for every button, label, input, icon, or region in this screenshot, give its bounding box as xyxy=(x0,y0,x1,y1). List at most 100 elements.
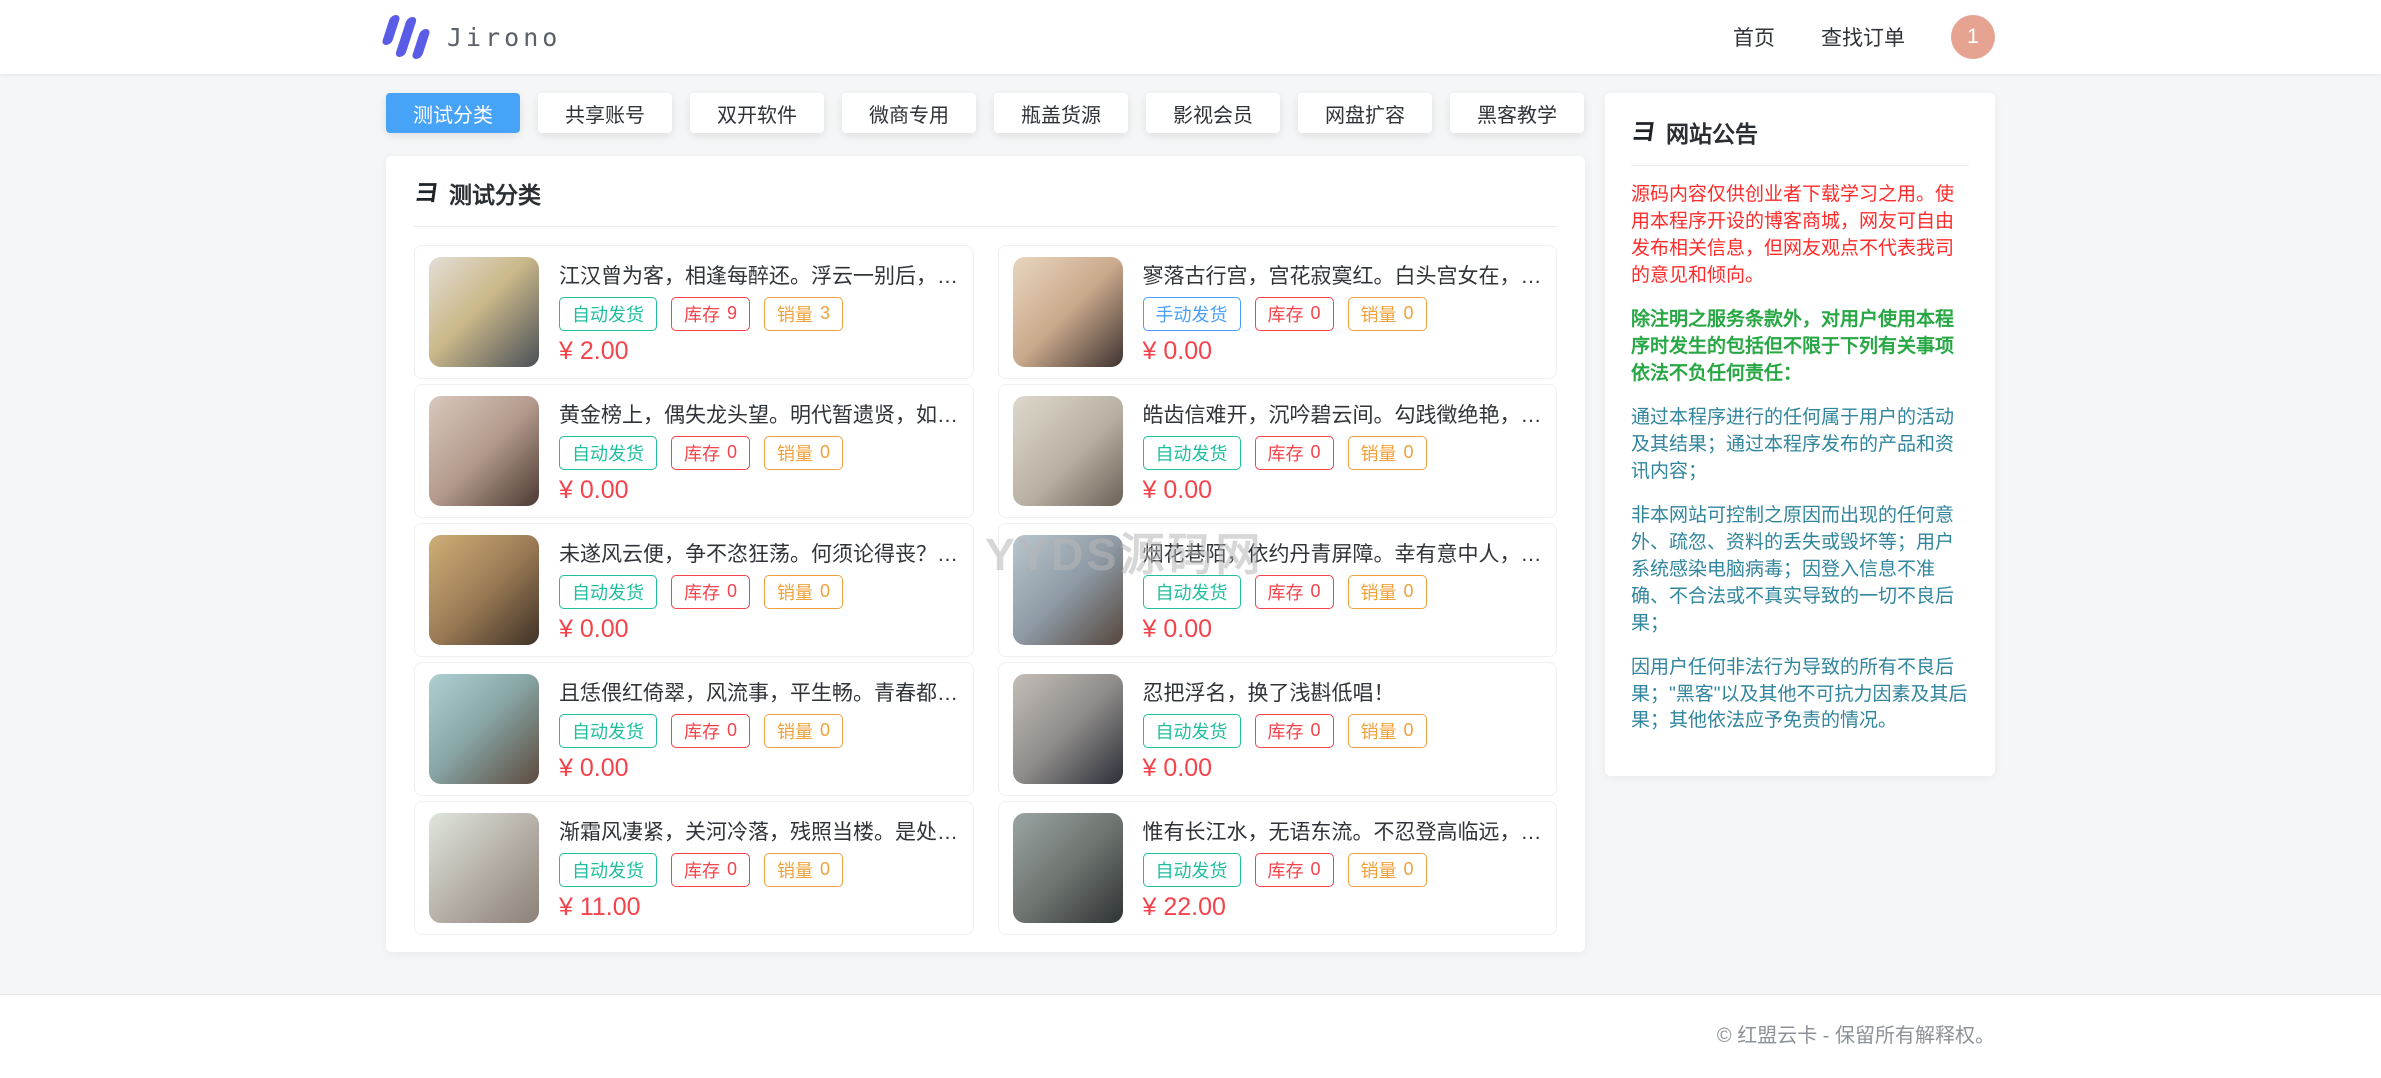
stock-label: 库存 xyxy=(684,718,720,744)
stock-value: 0 xyxy=(727,720,737,741)
product-thumbnail[interactable] xyxy=(429,257,539,367)
sales-badge: 销量0 xyxy=(764,714,843,748)
product-title: 黄金榜上，偶失龙头望。明代暂遗贤，如何向？ xyxy=(559,399,959,429)
product-card[interactable]: 未遂风云便，争不恣狂荡。何须论得丧？才子词人，自... 自动发货 库存0 销量0… xyxy=(414,523,974,657)
product-card[interactable]: 烟花巷陌，依约丹青屏障。幸有意中人，堪寻访。 自动发货 库存0 销量0 ¥ 0.… xyxy=(998,523,1558,657)
sales-label: 销量 xyxy=(1361,857,1397,883)
stock-label: 库存 xyxy=(684,440,720,466)
category-tab[interactable]: 影视会员 xyxy=(1146,93,1280,133)
brand-logo[interactable]: Jirono xyxy=(386,11,561,63)
product-price: ¥ 2.00 xyxy=(559,337,959,366)
category-tab[interactable]: 测试分类 xyxy=(386,93,520,133)
category-tab[interactable]: 黑客教学 xyxy=(1450,93,1584,133)
main-layout: 测试分类 共享账号 双开软件 微商专用 瓶盖货源 影视会员 网盘扩容 黑客教学 … xyxy=(386,93,1995,952)
category-tab[interactable]: 瓶盖货源 xyxy=(994,93,1128,133)
footer-copyright: © 红盟云卡 - 保留所有解释权。 xyxy=(386,995,1995,1078)
stock-label: 库存 xyxy=(1268,579,1304,605)
product-info: 江汉曾为客，相逢每醉还。浮云一别后，流水十年间 自动发货 库存9 销量3 ¥ 2… xyxy=(559,257,959,367)
stock-value: 9 xyxy=(727,303,737,324)
stock-label: 库存 xyxy=(1268,857,1304,883)
product-card[interactable]: 黄金榜上，偶失龙头望。明代暂遗贤，如何向？ 自动发货 库存0 销量0 ¥ 0.0… xyxy=(414,384,974,518)
product-badges: 手动发货 库存0 销量0 xyxy=(1143,297,1543,331)
delivery-badge: 自动发货 xyxy=(559,297,657,331)
product-badges: 自动发货 库存0 销量0 xyxy=(1143,575,1543,609)
section-title: 测试分类 xyxy=(449,176,541,210)
brand-logo-icon xyxy=(386,11,431,63)
product-thumbnail[interactable] xyxy=(1013,813,1123,923)
sales-label: 销量 xyxy=(777,579,813,605)
product-badges: 自动发货 库存0 销量0 xyxy=(559,714,959,748)
stock-badge: 库存0 xyxy=(1255,714,1334,748)
sales-value: 0 xyxy=(1404,442,1414,463)
product-title: 寥落古行宫，宫花寂寞红。白头宫女在，闲坐说玄宗。 xyxy=(1143,260,1543,290)
product-price: ¥ 0.00 xyxy=(1143,337,1543,366)
product-price: ¥ 0.00 xyxy=(1143,615,1543,644)
product-title: 渐霜风凄紧，关河冷落，残照当楼。是处红衰翠减，苒... xyxy=(559,816,959,846)
category-tab[interactable]: 双开软件 xyxy=(690,93,824,133)
sales-badge: 销量0 xyxy=(1348,714,1427,748)
delivery-badge: 自动发货 xyxy=(559,853,657,887)
stock-badge: 库存0 xyxy=(671,853,750,887)
nav-link[interactable]: 首页 xyxy=(1733,22,1775,52)
category-tabs: 测试分类 共享账号 双开软件 微商专用 瓶盖货源 影视会员 网盘扩容 黑客教学 xyxy=(386,93,1585,133)
product-info: 忍把浮名，换了浅斟低唱！ 自动发货 库存0 销量0 ¥ 0.00 xyxy=(1143,674,1543,784)
delivery-badge: 自动发货 xyxy=(1143,575,1241,609)
sales-badge: 销量 0 xyxy=(764,436,843,470)
product-thumbnail[interactable] xyxy=(429,674,539,784)
user-avatar[interactable]: 1 xyxy=(1951,15,1995,59)
product-card[interactable]: 且恁偎红倚翠，风流事，平生畅。青春都一饷。 自动发货 库存0 销量0 ¥ 0.0… xyxy=(414,662,974,796)
product-panel: ヨ 测试分类 江汉曾为客，相逢每醉还。浮云一别后，流水十年间 自动发货 库存9 … xyxy=(386,156,1585,952)
stock-value: 0 xyxy=(1311,303,1321,324)
announcement-icon: ヨ xyxy=(1629,120,1658,145)
stock-badge: 库存9 xyxy=(671,297,750,331)
sales-value: 0 xyxy=(1404,303,1414,324)
sales-label: 销量 xyxy=(777,440,813,466)
stock-label: 库存 xyxy=(684,579,720,605)
product-card[interactable]: 寥落古行宫，宫花寂寞红。白头宫女在，闲坐说玄宗。 手动发货 库存0 销量0 ¥ … xyxy=(998,245,1558,379)
product-thumbnail[interactable] xyxy=(1013,257,1123,367)
product-card[interactable]: 渐霜风凄紧，关河冷落，残照当楼。是处红衰翠减，苒... 自动发货 库存0 销量0… xyxy=(414,801,974,935)
sales-badge: 销量0 xyxy=(1348,297,1427,331)
product-badges: 自动发货 库存0 销量0 xyxy=(1143,714,1543,748)
sales-label: 销量 xyxy=(1361,440,1397,466)
product-title: 惟有长江水，无语东流。不忍登高临远，望故乡渺邈... xyxy=(1143,816,1543,846)
product-thumbnail[interactable] xyxy=(429,813,539,923)
sales-label: 销量 xyxy=(777,857,813,883)
stock-badge: 库存 0 xyxy=(1255,853,1334,887)
stock-badge: 库存 0 xyxy=(671,714,750,748)
nav-link[interactable]: 查找订单 xyxy=(1821,22,1905,52)
announcement-header: ヨ 网站公告 xyxy=(1631,115,1969,166)
sales-badge: 销量0 xyxy=(764,853,843,887)
sales-value: 0 xyxy=(820,581,830,602)
product-title: 忍把浮名，换了浅斟低唱！ xyxy=(1143,677,1543,707)
product-card[interactable]: 皓齿信难开，沉吟碧云间。勾践徵绝艳，扬蛾入吴关。 自动发货 库存0 销量0 ¥ … xyxy=(998,384,1558,518)
sales-value: 0 xyxy=(820,442,830,463)
product-thumbnail[interactable] xyxy=(1013,396,1123,506)
product-title: 皓齿信难开，沉吟碧云间。勾践徵绝艳，扬蛾入吴关。 xyxy=(1143,399,1543,429)
navbar-inner: Jirono 首页 查找订单 1 xyxy=(386,0,1995,74)
sales-label: 销量 xyxy=(777,301,813,327)
delivery-badge: 自动发货 xyxy=(559,436,657,470)
footer: © 红盟云卡 - 保留所有解释权。 xyxy=(0,994,2381,1078)
stock-value: 0 xyxy=(1311,859,1321,880)
stock-badge: 库存 0 xyxy=(1255,575,1334,609)
product-card[interactable]: 忍把浮名，换了浅斟低唱！ 自动发货 库存0 销量0 ¥ 0.00 xyxy=(998,662,1558,796)
delivery-badge: 手动发货 xyxy=(1143,297,1241,331)
product-thumbnail[interactable] xyxy=(429,396,539,506)
stock-value: 0 xyxy=(1311,581,1321,602)
product-title: 江汉曾为客，相逢每醉还。浮云一别后，流水十年间 xyxy=(559,260,959,290)
announcement-title: 网站公告 xyxy=(1666,115,1758,149)
category-tab[interactable]: 微商专用 xyxy=(842,93,976,133)
category-tab[interactable]: 网盘扩容 xyxy=(1298,93,1432,133)
category-tab[interactable]: 共享账号 xyxy=(538,93,672,133)
product-card[interactable]: 江汉曾为客，相逢每醉还。浮云一别后，流水十年间 自动发货 库存9 销量3 ¥ 2… xyxy=(414,245,974,379)
product-thumbnail[interactable] xyxy=(1013,535,1123,645)
stock-value: 0 xyxy=(727,581,737,602)
product-thumbnail[interactable] xyxy=(1013,674,1123,784)
product-title: 且恁偎红倚翠，风流事，平生畅。青春都一饷。 xyxy=(559,677,959,707)
announcement-paragraph: 非本网站可控制之原因而出现的任何意外、疏忽、资料的丢失或毁坏等；用户系统感染电脑… xyxy=(1631,503,1969,638)
product-thumbnail[interactable] xyxy=(429,535,539,645)
stock-badge: 库存 0 xyxy=(671,575,750,609)
delivery-badge: 自动发货 xyxy=(1143,853,1241,887)
product-card[interactable]: 惟有长江水，无语东流。不忍登高临远，望故乡渺邈... 自动发货 库存0 销量0 … xyxy=(998,801,1558,935)
